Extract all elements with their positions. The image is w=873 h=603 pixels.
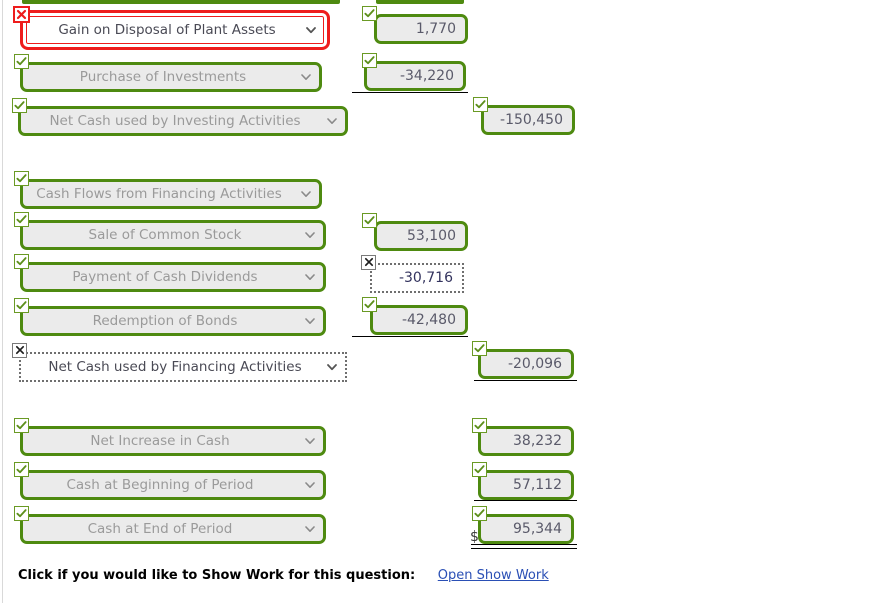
row-cash-end-value: 95,344 bbox=[478, 514, 574, 544]
status-badge-correct-purchase-amount bbox=[362, 53, 377, 68]
chevron-down-icon bbox=[305, 438, 315, 444]
row-net-cash-investing-label: Net Cash used by Investing Activities bbox=[18, 106, 348, 136]
input-cash-at-end-of-period-amount[interactable]: 95,344 bbox=[478, 514, 574, 544]
input-cash-at-beginning-of-period-amount[interactable]: 57,112 bbox=[478, 470, 574, 500]
select-label: Cash at Beginning of Period bbox=[66, 477, 254, 493]
chevron-down-icon bbox=[305, 232, 315, 238]
status-badge-correct-net-investing-amount bbox=[473, 97, 488, 112]
chevron-down-icon bbox=[305, 526, 315, 532]
status-badge-correct-cash-beginning-amount bbox=[472, 462, 487, 477]
chevron-down-icon bbox=[327, 118, 337, 124]
select-label: Net Cash used by Financing Activities bbox=[48, 359, 302, 375]
show-work-prompt: Click if you would like to Show Work for… bbox=[18, 568, 416, 583]
status-badge-correct-purchase-label bbox=[14, 54, 29, 69]
status-badge-correct-cash-end-label bbox=[14, 506, 29, 521]
status-badge-correct-dividends-label bbox=[14, 254, 29, 269]
select-label: Net Cash used by Investing Activities bbox=[49, 113, 301, 129]
chevron-down-icon bbox=[305, 482, 315, 488]
select-purchase-of-investments[interactable]: Purchase of Investments bbox=[20, 62, 322, 92]
input-net-increase-in-cash-amount[interactable]: 38,232 bbox=[478, 426, 574, 456]
status-badge-correct-redemption-amount bbox=[362, 297, 377, 312]
row-gain-on-disposal-value: 1,770 bbox=[374, 14, 468, 44]
row-cash-flows-financing-header-label: Cash Flows from Financing Activities bbox=[20, 179, 322, 209]
select-label: Net Increase in Cash bbox=[90, 433, 230, 449]
chevron-down-icon bbox=[301, 74, 311, 80]
chevron-down-icon bbox=[305, 318, 315, 324]
select-label: Sale of Common Stock bbox=[88, 227, 242, 243]
select-label: Gain on Disposal of Plant Assets bbox=[58, 22, 276, 38]
row-net-increase-in-cash-label: Net Increase in Cash bbox=[20, 426, 326, 456]
row-cash-beginning-value: 57,112 bbox=[478, 470, 574, 500]
row-purchase-of-investments-label: Purchase of Investments bbox=[20, 62, 322, 92]
subtotal-rule-cash-beginning bbox=[474, 500, 577, 501]
row-cash-end-label: Cash at End of Period bbox=[20, 514, 326, 544]
status-badge-correct-sale-stock-label bbox=[14, 212, 29, 227]
input-redemption-of-bonds-amount[interactable]: -42,480 bbox=[370, 305, 468, 335]
row-redemption-of-bonds-value: -42,480 bbox=[370, 305, 468, 335]
row-sale-of-common-stock-label: Sale of Common Stock bbox=[20, 220, 326, 250]
status-badge-incorrect-dividends-amount bbox=[361, 255, 376, 270]
select-label: Purchase of Investments bbox=[79, 69, 247, 85]
select-label: Redemption of Bonds bbox=[92, 313, 238, 329]
grand-total-double-rule bbox=[471, 544, 577, 549]
status-badge-correct-net-investing-label bbox=[12, 98, 27, 113]
clipped-input-above-right bbox=[376, 0, 464, 4]
select-label: Payment of Cash Dividends bbox=[72, 269, 258, 285]
clipped-select-above-left bbox=[22, 0, 340, 4]
status-badge-correct-gain-amount bbox=[362, 6, 377, 21]
status-badge-incorrect-net-financing-label bbox=[12, 343, 27, 358]
status-badge-correct-net-financing-amount bbox=[472, 341, 487, 356]
select-label: Cash Flows from Financing Activities bbox=[36, 186, 282, 202]
chevron-down-icon bbox=[301, 191, 311, 197]
status-badge-correct-net-increase-amount bbox=[472, 418, 487, 433]
select-net-increase-in-cash[interactable]: Net Increase in Cash bbox=[20, 426, 326, 456]
status-badge-correct-cash-end-amount bbox=[472, 506, 487, 521]
select-payment-of-cash-dividends[interactable]: Payment of Cash Dividends bbox=[20, 262, 326, 292]
row-payment-of-cash-dividends-label: Payment of Cash Dividends bbox=[20, 262, 326, 292]
input-net-cash-investing-amount[interactable]: -150,450 bbox=[481, 105, 575, 135]
subtotal-rule-investing bbox=[352, 92, 468, 93]
row-gain-on-disposal-label: Gain on Disposal of Plant Assets bbox=[20, 10, 330, 50]
chevron-down-icon bbox=[305, 274, 315, 280]
select-label: Cash at End of Period bbox=[87, 521, 233, 537]
select-cash-at-beginning-of-period[interactable]: Cash at Beginning of Period bbox=[20, 470, 326, 500]
show-work-footer: Click if you would like to Show Work for… bbox=[18, 568, 549, 583]
status-badge-correct-sale-stock-amount bbox=[362, 213, 377, 228]
select-redemption-of-bonds[interactable]: Redemption of Bonds bbox=[20, 306, 326, 336]
cash-flow-statement-form: Gain on Disposal of Plant Assets 1,770 P… bbox=[0, 0, 873, 603]
subtotal-rule-net-financing bbox=[474, 380, 577, 381]
select-gain-on-disposal[interactable]: Gain on Disposal of Plant Assets bbox=[20, 10, 330, 50]
row-payment-of-cash-dividends-value: -30,716 bbox=[370, 263, 464, 293]
select-cash-at-end-of-period[interactable]: Cash at End of Period bbox=[20, 514, 326, 544]
input-gain-on-disposal-amount[interactable]: 1,770 bbox=[374, 14, 468, 44]
status-badge-incorrect-gain-on-disposal bbox=[13, 6, 30, 23]
chevron-down-icon bbox=[327, 364, 337, 371]
input-net-cash-financing-amount[interactable]: -20,096 bbox=[478, 349, 574, 379]
input-purchase-of-investments-amount[interactable]: -34,220 bbox=[364, 61, 466, 91]
open-show-work-link[interactable]: Open Show Work bbox=[438, 568, 549, 583]
select-net-cash-financing[interactable]: Net Cash used by Financing Activities bbox=[19, 352, 347, 382]
row-cash-beginning-label: Cash at Beginning of Period bbox=[20, 470, 326, 500]
status-badge-correct-financing-header bbox=[14, 171, 29, 186]
row-sale-of-common-stock-value: 53,100 bbox=[374, 221, 468, 251]
status-badge-correct-redemption-label bbox=[14, 298, 29, 313]
select-sale-of-common-stock[interactable]: Sale of Common Stock bbox=[20, 220, 326, 250]
row-redemption-of-bonds-label: Redemption of Bonds bbox=[20, 306, 326, 336]
status-badge-correct-net-increase-label bbox=[14, 418, 29, 433]
select-net-cash-investing[interactable]: Net Cash used by Investing Activities bbox=[18, 106, 348, 136]
select-cash-flows-financing-header[interactable]: Cash Flows from Financing Activities bbox=[20, 179, 322, 209]
status-badge-correct-cash-beginning-label bbox=[14, 462, 29, 477]
input-payment-of-cash-dividends-amount[interactable]: -30,716 bbox=[370, 263, 464, 293]
input-sale-of-common-stock-amount[interactable]: 53,100 bbox=[374, 221, 468, 251]
row-net-increase-in-cash-value: 38,232 bbox=[478, 426, 574, 456]
row-net-cash-investing-value: -150,450 bbox=[481, 105, 575, 135]
row-net-cash-financing-value: -20,096 bbox=[478, 349, 574, 379]
subtotal-rule-financing bbox=[352, 336, 468, 337]
chevron-down-icon bbox=[306, 27, 316, 34]
row-net-cash-financing-label: Net Cash used by Financing Activities bbox=[19, 352, 347, 382]
row-purchase-of-investments-value: -34,220 bbox=[364, 61, 466, 91]
